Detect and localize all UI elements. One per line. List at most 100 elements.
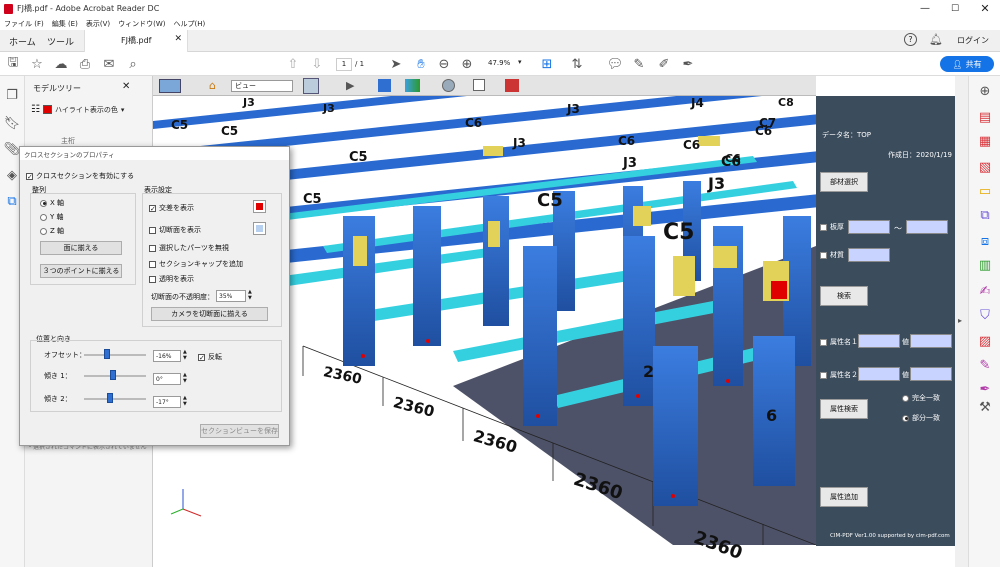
search-button[interactable]: 検索 [820,286,868,306]
cut-plane-color-swatch[interactable] [253,222,266,235]
zoom-in-icon[interactable]: ⊕ [458,55,476,73]
attr1-select[interactable] [858,334,900,348]
scan-icon[interactable]: ▥ [976,256,994,274]
view-select[interactable]: ビュー [231,80,293,92]
page-down-icon[interactable]: ⇩ [308,55,326,73]
hand-icon[interactable]: ✋︎ [412,55,430,73]
highlight-pen-icon[interactable]: ✎ [630,55,648,73]
maximize-icon[interactable]: ☐ [940,0,970,17]
list-view-icon[interactable]: ☷ [31,104,40,115]
value2-input[interactable] [910,367,952,381]
attribute-add-button[interactable]: 属性追加 [820,487,868,507]
protect-icon[interactable]: ⛉ [976,306,994,324]
offset-input[interactable]: -16% [153,350,181,362]
organize-pages-icon[interactable]: ⧈ [976,232,994,250]
bookmark-star-icon[interactable]: ☆ [28,55,46,73]
thickness-checkbox[interactable] [820,223,827,231]
fit-page-icon[interactable]: ⊞ [538,55,556,73]
tilt2-spinner-icon[interactable]: ▲ ▼ [183,395,187,407]
tools-more-icon[interactable]: ⚒ [976,398,994,416]
scroll-mode-icon[interactable]: ⇅ [568,55,586,73]
thickness-to-select[interactable] [906,220,948,234]
login-link[interactable]: ログイン [957,35,989,46]
tilt2-slider-track[interactable] [84,398,146,400]
highlight-color-control[interactable]: ☷ ハイライト表示の色 ▾ [31,104,124,115]
cross-section-icon[interactable] [473,79,485,91]
menu-file[interactable]: ファイル (F) [4,19,44,29]
close-window-icon[interactable]: ✕ [970,0,1000,17]
enable-cross-section-checkbox[interactable]: ✓ [26,172,33,180]
align-three-points-button[interactable]: ３つのポイントに揃える [40,264,122,278]
close-tab-icon[interactable]: ✕ [174,34,182,44]
rotate-3d-icon[interactable] [159,79,181,93]
attr2-checkbox[interactable] [820,371,827,379]
comment-icon[interactable]: 💬︎ [606,55,624,73]
opacity-spinner-icon[interactable]: ▲ ▼ [248,289,252,301]
attr1-checkbox[interactable] [820,338,827,346]
page-up-icon[interactable]: ⇧ [284,55,302,73]
axis-z-radio[interactable] [40,227,47,235]
signature-icon[interactable]: ✒ [976,380,994,398]
material-select[interactable] [848,248,890,262]
search-icon[interactable]: ⌕ [124,55,142,73]
sign-icon[interactable]: ✒ [679,55,697,73]
render-mode-icon[interactable] [378,79,391,92]
axis-x-radio[interactable] [40,199,47,207]
lighting-icon[interactable] [405,79,420,92]
zoom-out-icon[interactable]: ⊖ [435,55,453,73]
home-view-icon[interactable]: ⌂ [209,79,216,92]
tab-tools[interactable]: ツール [47,35,74,48]
page-thumbnails-icon[interactable]: ❐ [3,86,21,104]
minimize-icon[interactable]: — [910,0,940,17]
menu-edit[interactable]: 編集 (E) [52,19,78,29]
save-icon[interactable]: 🖫 [4,55,22,73]
axis-y-radio[interactable] [40,213,47,221]
draw-icon[interactable]: ✐ [655,55,673,73]
animation-icon[interactable]: ▶ [346,79,354,92]
attr2-select[interactable] [858,367,900,381]
email-icon[interactable]: ✉ [100,55,118,73]
background-color-icon[interactable] [442,79,455,92]
upload-icon[interactable]: ☁ [52,55,70,73]
zoom-level-select[interactable]: 47.9% [488,59,510,67]
zoom-dropdown-icon[interactable]: ▾ [518,58,522,66]
tilt1-input[interactable]: 0° [153,373,181,385]
show-cut-plane-checkbox[interactable] [149,226,156,234]
partial-match-radio[interactable] [902,414,909,422]
highlight-color-swatch[interactable] [42,105,52,114]
export-pdf-icon[interactable]: ▤ [976,108,994,126]
exact-match-radio[interactable] [902,394,909,402]
bookmarks-icon[interactable]: 🔖︎ [3,114,21,132]
value1-input[interactable] [910,334,952,348]
save-section-view-button[interactable]: セクションビューを保存 [200,424,279,438]
page-number-input[interactable]: 1 [336,58,352,71]
material-checkbox[interactable] [820,251,827,259]
share-button[interactable]: 👤︎ 共有 [940,56,994,72]
member-select-button[interactable]: 部材選択 [820,172,868,192]
comment-tool-icon[interactable]: ▭ [976,182,994,200]
align-to-face-button[interactable]: 面に揃える [40,241,122,255]
help-icon[interactable]: ? [904,33,917,46]
bell-icon[interactable]: 🔔︎ [929,33,943,46]
offset-slider-thumb[interactable] [104,349,110,359]
close-panel-icon[interactable]: ✕ [122,81,130,92]
tilt2-slider-thumb[interactable] [107,393,113,403]
zoom-tool-icon[interactable]: ⊕ [976,82,994,100]
menu-view[interactable]: 表示(V) [86,19,110,29]
redact-icon[interactable]: ▨ [976,332,994,350]
flip-checkbox[interactable]: ✓ [198,353,205,361]
dropdown-arrow-icon[interactable]: ▾ [121,106,125,114]
print-icon[interactable]: ⎙ [76,55,94,73]
send-sign-icon[interactable]: ✎ [976,356,994,374]
tilt1-spinner-icon[interactable]: ▲ ▼ [183,372,187,384]
menu-window[interactable]: ウィンドウ(W) [118,19,165,29]
tab-document[interactable]: FJ橋.pdf ✕ [84,30,188,52]
show-transparent-checkbox[interactable] [149,275,156,283]
tilt1-slider-thumb[interactable] [110,370,116,380]
intersection-color-swatch[interactable] [253,200,266,213]
tree-item-main-girder[interactable]: 主桁 [61,136,75,146]
align-camera-button[interactable]: カメラを切断面に揃える [151,307,268,321]
show-intersection-checkbox[interactable]: ✓ [149,204,156,212]
menu-help[interactable]: ヘルプ(H) [174,19,206,29]
create-pdf-icon[interactable]: ▦ [976,132,994,150]
